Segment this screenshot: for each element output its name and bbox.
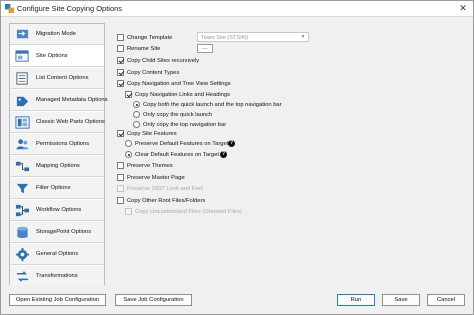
migration-mode-icon [16, 29, 29, 39]
clear-default-features-label: Clear Default Features on Target [135, 151, 219, 158]
help-icon[interactable]: ? [220, 151, 227, 158]
options-nav: Migration Mode Site Options List Content… [9, 23, 108, 285]
run-button[interactable]: Run [337, 294, 375, 306]
save-button[interactable]: Save [382, 294, 420, 306]
nav-label: Permissions Options [36, 141, 90, 147]
preserve-default-features-label: Preserve Default Features on Target [135, 140, 229, 147]
nav-quick-radio[interactable] [133, 111, 140, 118]
nav-label: Mapping Options [36, 163, 80, 169]
nav-label: Transformations [36, 273, 78, 279]
copy-nav-links-label: Copy Navigation Links and Headings [135, 91, 231, 98]
preserve-default-features-radio[interactable] [125, 140, 132, 147]
close-button[interactable]: ✕ [457, 3, 469, 14]
copy-nav-links-checkbox[interactable] [125, 91, 132, 98]
nav-both-radio[interactable] [133, 101, 140, 108]
app-icon [5, 4, 14, 13]
nav-top-radio[interactable] [133, 121, 140, 128]
nav-label: StoragePoint Options [36, 229, 92, 235]
site-options-icon [15, 50, 29, 62]
nav-label: General Options [36, 251, 79, 257]
nav-item-permissions-options[interactable]: Permissions Options [10, 134, 104, 155]
nav-item-storagepoint-options[interactable]: StoragePoint Options [10, 222, 104, 243]
preserve-2007-checkbox [117, 185, 124, 192]
copy-navigation-label: Copy Navigation and Tree View Settings [127, 80, 231, 87]
permissions-icon [16, 139, 29, 150]
nav-item-classic-web-parts-options[interactable]: Classic Web Parts Options [10, 112, 105, 133]
managed-metadata-icon [16, 96, 29, 107]
nav-item-workflow-options[interactable]: Workflow Options [10, 200, 104, 221]
nav-quick-label: Only copy the quick launch [143, 111, 213, 118]
copy-site-features-checkbox[interactable] [117, 130, 124, 137]
preserve-themes-label: Preserve Themes [127, 162, 173, 169]
nav-label: Classic Web Parts Options [36, 119, 105, 125]
nav-label: List Content Options [36, 75, 89, 81]
list-content-icon [16, 72, 28, 85]
clear-default-features-radio[interactable] [125, 151, 132, 158]
copy-navigation-checkbox[interactable] [117, 80, 124, 87]
mapping-icon [15, 161, 30, 172]
cancel-button[interactable]: Cancel [427, 294, 465, 306]
nav-item-transformations[interactable]: Transformations [10, 266, 104, 285]
nav-label: Filter Options [36, 185, 71, 191]
storagepoint-icon [17, 226, 28, 239]
nav-item-filter-options[interactable]: Filter Options [10, 178, 104, 199]
change-template-label: Change Template [127, 34, 173, 41]
rename-site-checkbox[interactable] [117, 45, 124, 52]
nav-item-migration-mode[interactable]: Migration Mode [10, 24, 104, 45]
open-existing-job-button[interactable]: Open Existing Job Configuration [9, 294, 106, 306]
save-job-configuration-button[interactable]: Save Job Configuration [115, 294, 192, 306]
rename-site-label: Rename Site [127, 45, 161, 52]
dialog-window: Configure Site Copying Options ✕ Migrati… [0, 0, 474, 315]
general-options-icon [15, 247, 30, 262]
nav-both-label: Copy both the quick launch and the top n… [143, 101, 282, 108]
filter-icon [16, 183, 29, 194]
copy-content-types-checkbox[interactable] [117, 69, 124, 76]
title-bar: Configure Site Copying Options ✕ [1, 1, 473, 17]
preserve-themes-checkbox[interactable] [117, 162, 124, 169]
nav-item-list-content-options[interactable]: List Content Options [10, 68, 104, 89]
preserve-master-page-label: Preserve Master Page [127, 174, 185, 181]
template-select-value: Team Site (STS#0) [201, 34, 249, 41]
workflow-icon [15, 204, 30, 217]
chevron-down-icon: ▼ [300, 34, 306, 40]
window-title: Configure Site Copying Options [17, 4, 123, 13]
help-icon[interactable]: ? [228, 140, 235, 147]
preserve-2007-label: Preserve 2007 Look and Feel [127, 185, 204, 192]
rename-site-browse-button[interactable]: .... [197, 44, 213, 53]
nav-label: Migration Mode [36, 31, 76, 37]
nav-item-site-options[interactable]: Site Options [10, 46, 104, 67]
nav-item-mapping-options[interactable]: Mapping Options [10, 156, 104, 177]
change-template-checkbox[interactable] [117, 34, 124, 41]
copy-child-sites-label: Copy Child Sites recursively [127, 57, 200, 64]
nav-label: Managed Metadata Options [36, 97, 108, 103]
nav-top-label: Only copy the top navigation bar [143, 121, 227, 128]
nav-label: Site Options [36, 53, 68, 59]
copy-ghosted-checkbox [125, 208, 132, 215]
nav-item-managed-metadata-options[interactable]: Managed Metadata Options [10, 90, 108, 111]
web-parts-icon [15, 116, 30, 129]
transformations-icon [16, 271, 29, 282]
copy-ghosted-label: Copy Uncustomized Files (Ghosted Files) [135, 208, 242, 215]
nav-label: Workflow Options [36, 207, 82, 213]
copy-content-types-label: Copy Content Types [127, 69, 180, 76]
copy-site-features-label: Copy Site Features [127, 130, 177, 137]
copy-root-files-label: Copy Other Root Files/Folders [127, 197, 206, 204]
preserve-master-page-checkbox[interactable] [117, 174, 124, 181]
template-select[interactable]: Team Site (STS#0) ▼ [197, 32, 309, 42]
copy-child-sites-checkbox[interactable] [117, 57, 124, 64]
copy-root-files-checkbox[interactable] [117, 197, 124, 204]
nav-item-general-options[interactable]: General Options [10, 244, 104, 265]
